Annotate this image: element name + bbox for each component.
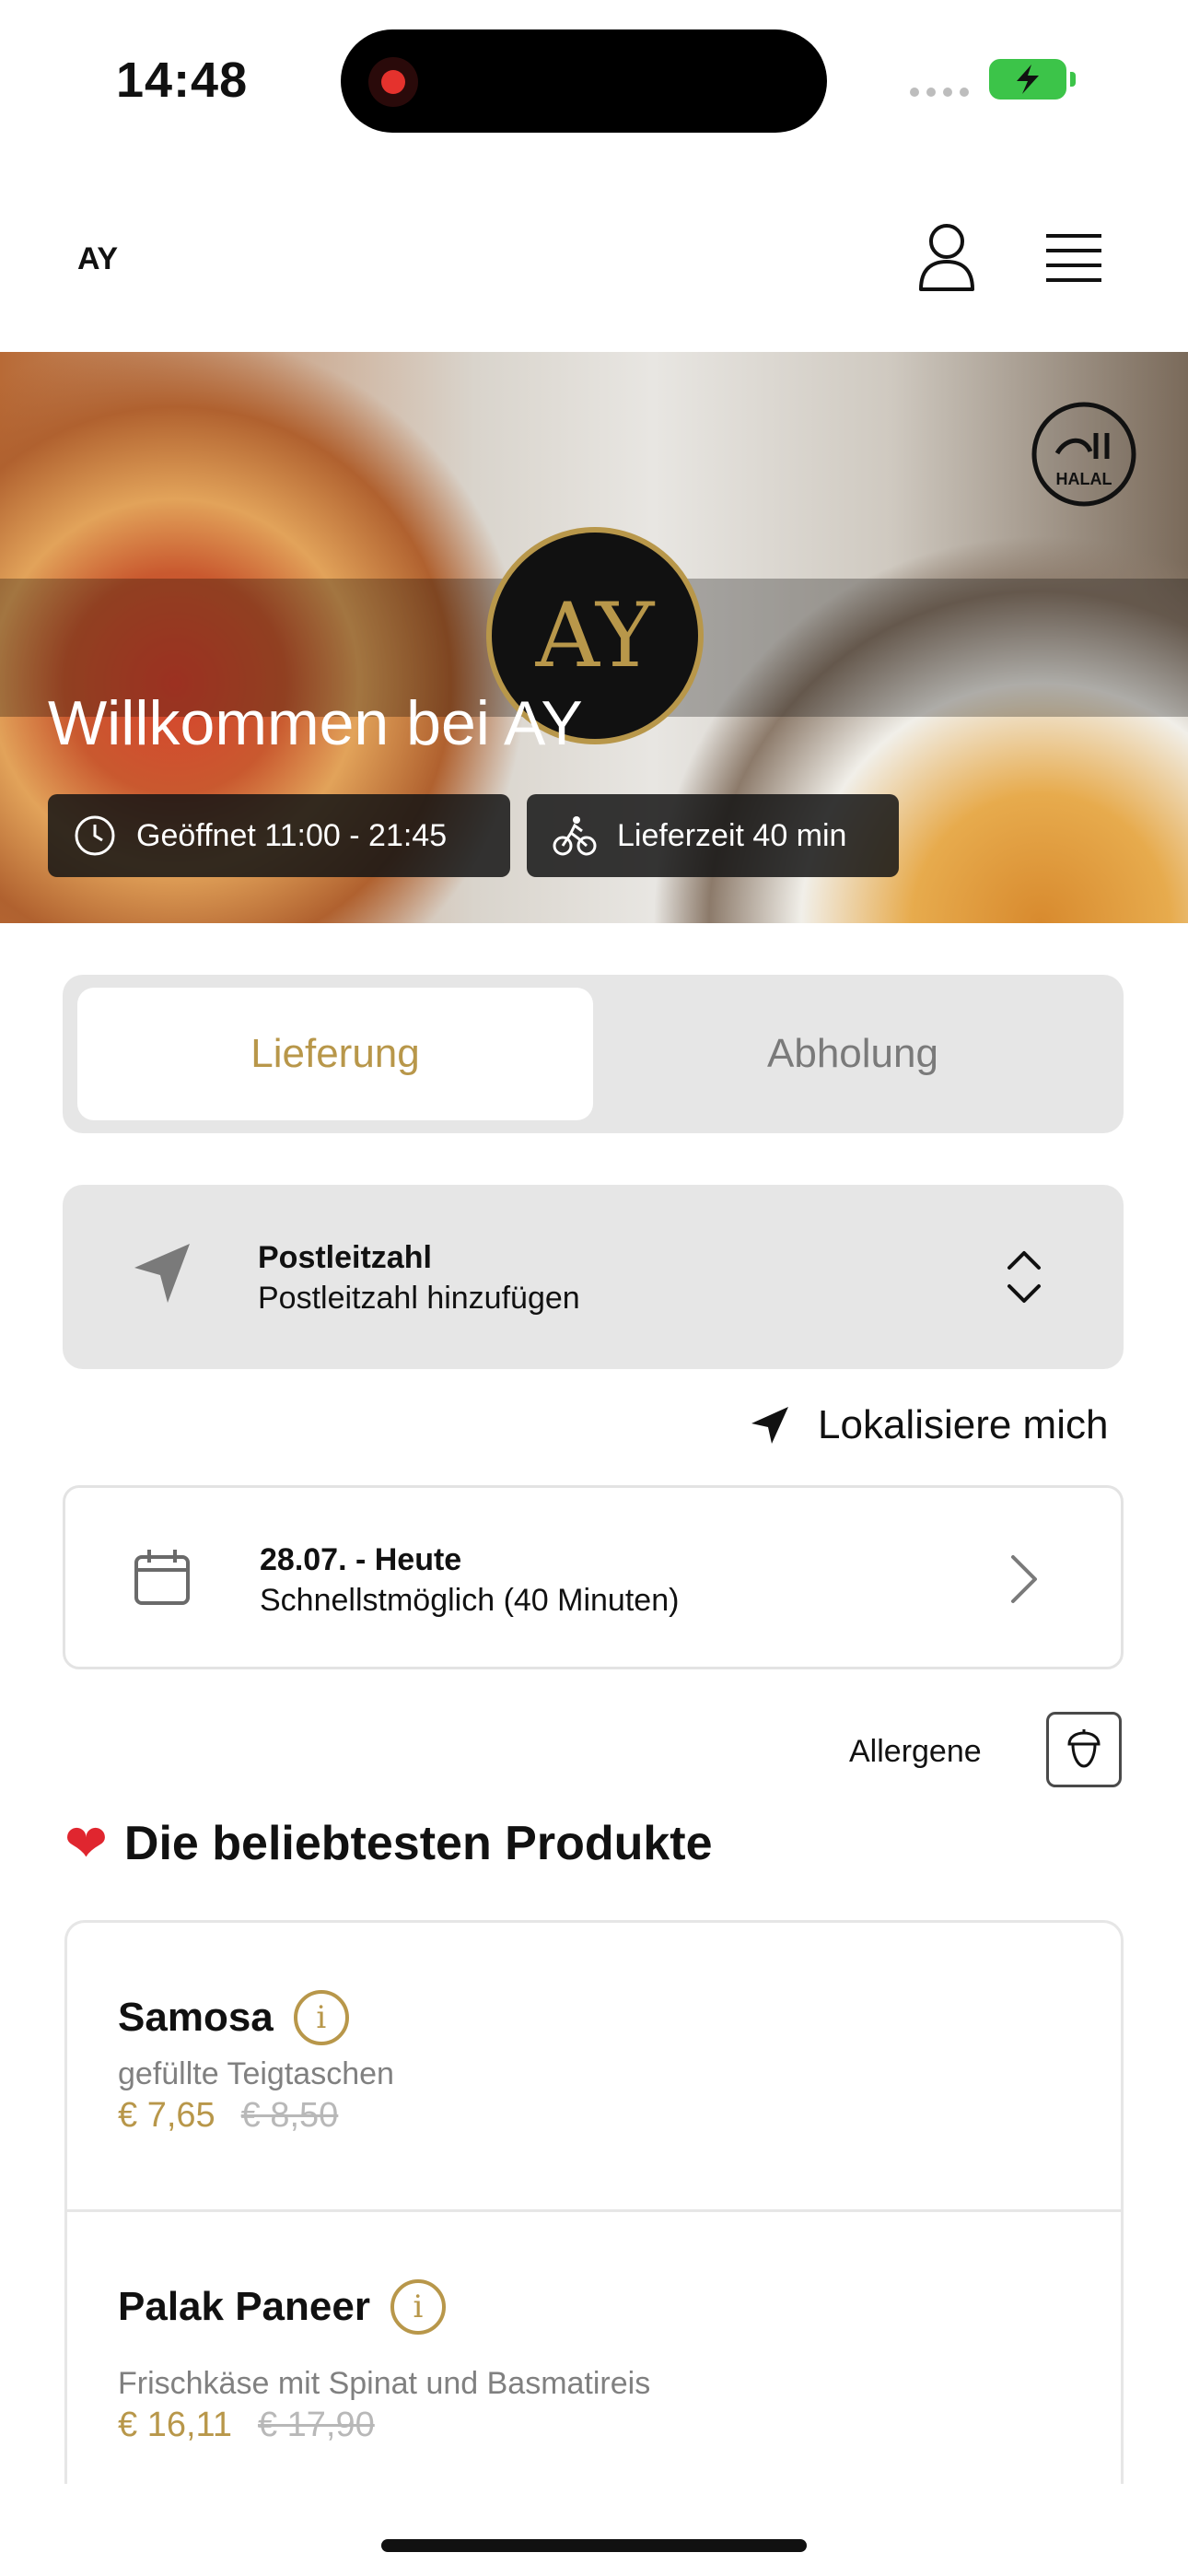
hero-banner: AY HALAL Willkommen bei AY Geöffnet 11:0… [0, 352, 1188, 923]
postal-code-selector[interactable] [63, 1185, 1124, 1369]
halal-badge-icon: HALAL [1030, 400, 1138, 509]
product-price: € 7,65 [118, 2096, 215, 2135]
product-item[interactable]: Palak Paneer i Frischkäse mit Spinat und … [118, 2279, 650, 2445]
location-arrow-icon [751, 1407, 788, 1444]
product-item[interactable]: Samosa i gefüllte Teigtaschen € 7,65 € 8,… [118, 1990, 394, 2136]
location-arrow-icon [131, 1240, 193, 1306]
bicycle-courier-icon [553, 816, 597, 856]
delivery-time-text: Lieferzeit 40 min [617, 817, 847, 853]
clock-icon [75, 815, 115, 856]
delivery-time-badge: Lieferzeit 40 min [527, 794, 899, 877]
battery-charging-icon [989, 59, 1076, 100]
product-name: Samosa [118, 1995, 274, 2040]
chevron-right-icon [1009, 1553, 1039, 1605]
calendar-icon [133, 1548, 192, 1607]
schedule-selector[interactable] [63, 1485, 1124, 1669]
tab-pickup[interactable]: Abholung [597, 988, 1109, 1120]
user-icon[interactable] [917, 223, 976, 293]
chevron-updown-icon [1002, 1246, 1046, 1308]
signal-icon [910, 85, 976, 101]
acorn-icon [1067, 1729, 1101, 1768]
product-description: Frischkäse mit Spinat und Basmatireis [118, 2366, 651, 2401]
tab-delivery[interactable]: Lieferung [77, 988, 593, 1120]
postal-code-label: Postleitzahl [258, 1240, 432, 1275]
product-description: gefüllte Teigtaschen [118, 2056, 394, 2091]
allergens-button[interactable] [1046, 1712, 1122, 1787]
section-title: Die beliebtesten Produkte [123, 1817, 713, 1870]
divider [64, 2209, 1124, 2212]
product-old-price: € 8,50 [240, 2096, 339, 2135]
info-icon[interactable]: i [293, 1990, 349, 2045]
welcome-title: Willkommen bei AY [48, 688, 583, 758]
product-price: € 16,11 [118, 2406, 232, 2444]
heart-icon: ❤ [64, 1814, 108, 1872]
status-time: 14:48 [116, 53, 249, 108]
section-heading: ❤ Die beliebtesten Produkte [64, 1813, 713, 1874]
bottom-safe-area [0, 2484, 1188, 2576]
schedule-time: Schnellstmöglich (40 Minuten) [260, 1583, 680, 1618]
halal-label: HALAL [1056, 470, 1112, 488]
product-name: Palak Paneer [118, 2284, 370, 2329]
home-indicator[interactable] [381, 2539, 807, 2552]
opening-hours-badge: Geöffnet 11:00 - 21:45 [48, 794, 510, 877]
allergens-label: Allergene [849, 1734, 982, 1769]
locate-me-button[interactable]: Lokalisiere mich [750, 1402, 1108, 1448]
hamburger-menu-icon[interactable] [1044, 230, 1103, 286]
info-icon[interactable]: i [390, 2279, 446, 2335]
locate-me-label: Lokalisiere mich [818, 1402, 1109, 1447]
opening-hours-text: Geöffnet 11:00 - 21:45 [136, 817, 448, 853]
schedule-date: 28.07. - Heute [260, 1542, 462, 1577]
brand-logo[interactable]: AY [77, 241, 118, 277]
recording-indicator-icon [368, 57, 418, 107]
postal-code-placeholder[interactable]: Postleitzahl hinzufügen [258, 1281, 580, 1317]
product-old-price: € 17,90 [257, 2406, 375, 2444]
